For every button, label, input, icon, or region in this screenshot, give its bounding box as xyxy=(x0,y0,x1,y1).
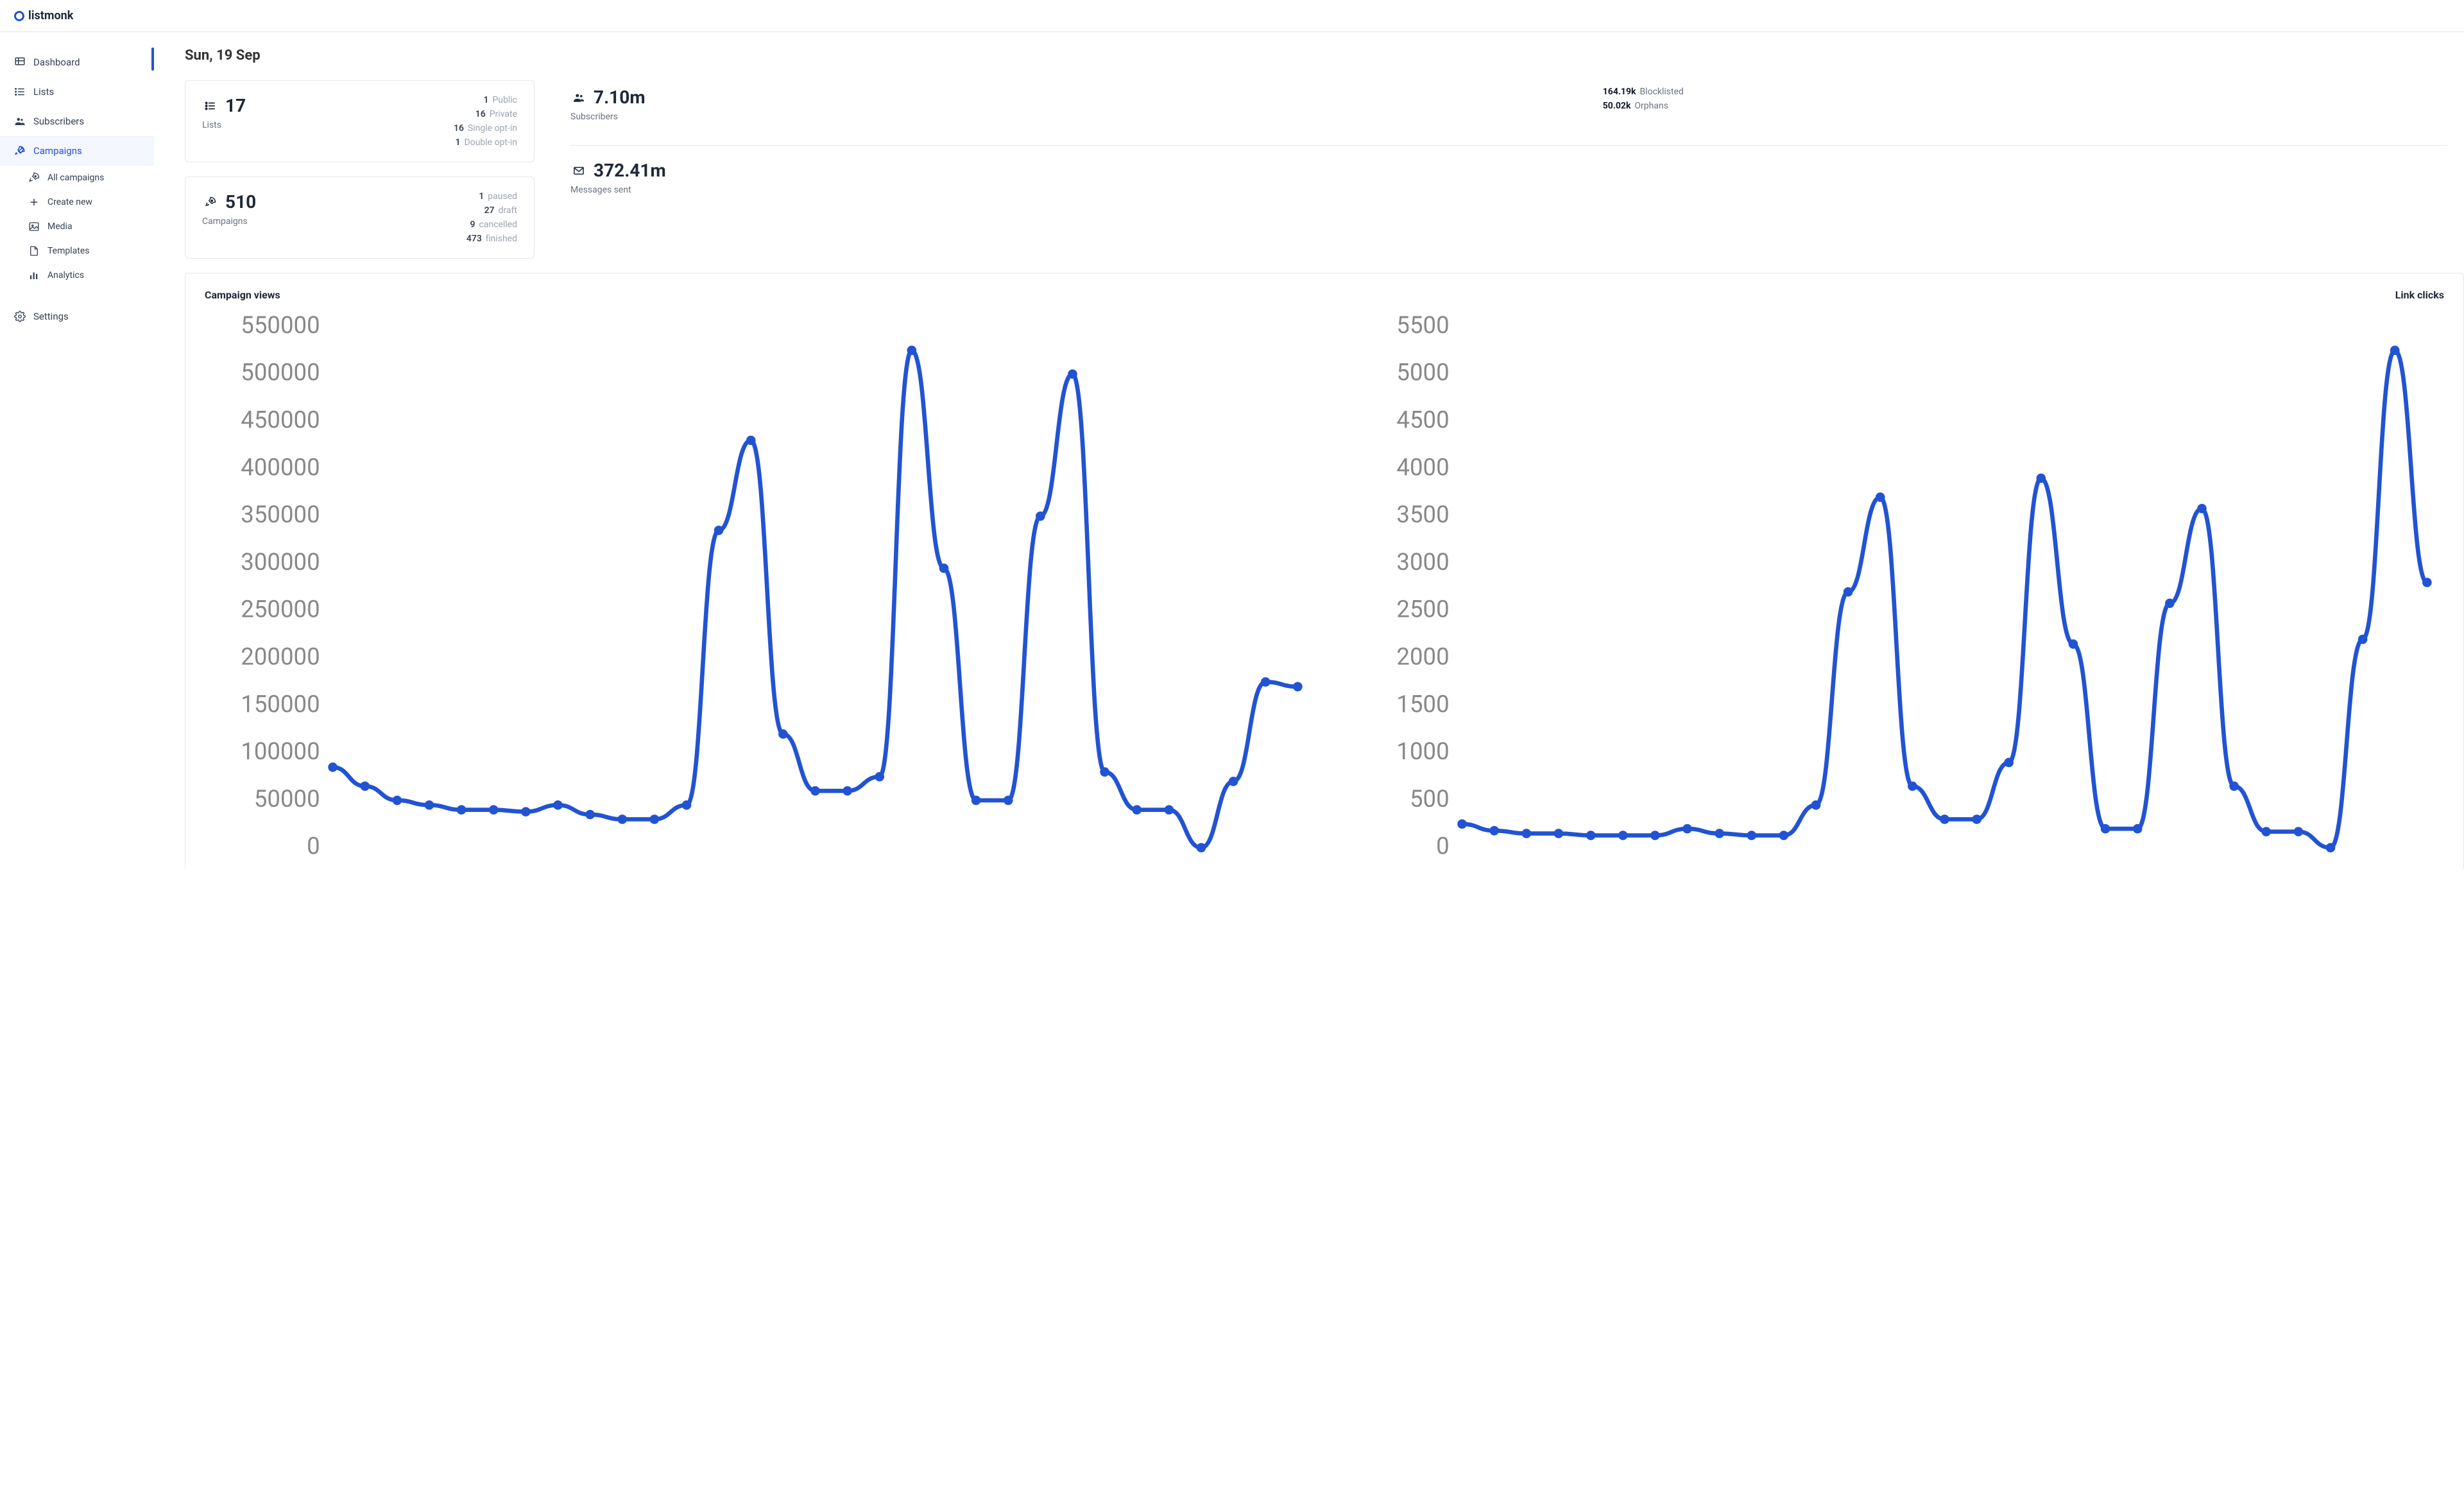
svg-text:1500: 1500 xyxy=(1396,690,1449,718)
campaigns-card: 510 Campaigns 1paused 27draft 9cancelled… xyxy=(185,177,535,259)
nav-all-campaigns[interactable]: All campaigns xyxy=(0,166,154,190)
page-title: Sun, 19 Sep xyxy=(185,47,2464,64)
campaign-views-chart: 0 50000 100000 150000 200000 250000 300000 3500… xyxy=(205,314,1315,869)
campaigns-breakdown: 1paused 27draft 9cancelled 473finished xyxy=(375,191,517,244)
campaigns-value: 510 xyxy=(225,191,256,212)
nav-media[interactable]: Media xyxy=(0,214,154,239)
svg-text:250000: 250000 xyxy=(241,596,320,623)
svg-text:2500: 2500 xyxy=(1396,596,1449,623)
dashboard-icon xyxy=(14,56,26,68)
sidebar: Dashboard Lists Subscribers Campaigns Al… xyxy=(0,32,154,869)
svg-text:550000: 550000 xyxy=(241,314,320,339)
svg-text:300000: 300000 xyxy=(241,548,320,576)
brand[interactable]: listmonk xyxy=(14,9,73,22)
svg-text:200000: 200000 xyxy=(241,643,320,671)
lists-card: 17 Lists 1Public 16Private 16Single opt-… xyxy=(185,80,535,162)
nav-label: Create new xyxy=(47,197,92,207)
logo-circle-icon xyxy=(14,11,24,21)
rocket-icon xyxy=(28,172,40,184)
svg-text:4000: 4000 xyxy=(1396,453,1449,481)
nav-create-new[interactable]: Create new xyxy=(0,190,154,214)
file-icon xyxy=(28,245,40,257)
svg-text:5500: 5500 xyxy=(1396,314,1449,339)
bar-chart-icon xyxy=(28,270,40,281)
subscribers-card: 7.10m Subscribers 164.19kBlocklisted 50.… xyxy=(554,80,2464,136)
list-icon xyxy=(14,86,26,98)
nav-label: Templates xyxy=(47,246,90,256)
svg-text:2000: 2000 xyxy=(1396,643,1449,671)
subscribers-label: Subscribers xyxy=(570,112,1603,122)
campaigns-label: Campaigns xyxy=(202,216,375,227)
plus-icon xyxy=(28,196,40,208)
rocket-icon xyxy=(202,194,219,211)
nav-analytics[interactable]: Analytics xyxy=(0,263,154,288)
svg-text:5000: 5000 xyxy=(1396,359,1449,386)
envelope-icon xyxy=(570,162,587,179)
svg-text:400000: 400000 xyxy=(241,453,320,481)
nav-lists[interactable]: Lists xyxy=(0,77,154,107)
lists-label: Lists xyxy=(202,120,375,130)
svg-text:0: 0 xyxy=(307,832,320,860)
brand-text: listmonk xyxy=(28,9,73,22)
active-indicator xyxy=(151,47,154,71)
list-icon xyxy=(202,98,219,114)
image-icon xyxy=(28,221,40,232)
svg-text:50000: 50000 xyxy=(254,785,320,813)
svg-text:350000: 350000 xyxy=(241,501,320,528)
subscribers-icon xyxy=(14,116,26,127)
charts-card: Campaign views Link clicks 0500001000001… xyxy=(185,273,2464,869)
nav-label: Settings xyxy=(33,311,69,322)
svg-text:3000: 3000 xyxy=(1396,548,1449,576)
messages-card: 372.41m Messages sent xyxy=(554,160,2464,209)
nav-dashboard[interactable]: Dashboard xyxy=(0,47,154,77)
link-clicks-chart: 0 500 1000 1500 2000 2500 3000 3500 4000 4500 5000… xyxy=(1334,314,2444,869)
messages-value: 372.41m xyxy=(594,160,666,181)
nav-label: All campaigns xyxy=(47,173,104,183)
subscribers-icon xyxy=(570,89,587,106)
svg-text:150000: 150000 xyxy=(241,690,320,718)
svg-text:500: 500 xyxy=(1410,785,1450,813)
svg-text:4500: 4500 xyxy=(1396,406,1449,434)
lists-breakdown: 1Public 16Private 16Single opt-in 1Doubl… xyxy=(375,95,517,148)
svg-text:3500: 3500 xyxy=(1396,501,1449,528)
chart-title-right: Link clicks xyxy=(2395,289,2444,301)
messages-label: Messages sent xyxy=(570,185,1603,195)
svg-text:500000: 500000 xyxy=(241,359,320,386)
nav-label: Campaigns xyxy=(33,145,82,157)
gear-icon xyxy=(14,311,26,322)
nav-settings[interactable]: Settings xyxy=(0,302,154,331)
svg-text:100000: 100000 xyxy=(241,737,320,765)
chart-title-left: Campaign views xyxy=(205,289,280,301)
svg-text:450000: 450000 xyxy=(241,406,320,434)
topbar: listmonk xyxy=(0,0,2464,32)
svg-text:0: 0 xyxy=(1436,832,1450,860)
rocket-icon xyxy=(14,145,26,157)
svg-text:1000: 1000 xyxy=(1396,737,1449,765)
nav-label: Media xyxy=(47,221,73,232)
campaigns-subnav: All campaigns Create new Media Templates… xyxy=(0,166,154,288)
subscribers-breakdown: 164.19kBlocklisted 50.02kOrphans xyxy=(1603,87,2447,122)
divider xyxy=(570,145,2447,146)
nav-label: Analytics xyxy=(47,270,84,280)
nav-label: Lists xyxy=(33,86,54,98)
nav-label: Subscribers xyxy=(33,116,84,127)
nav-label: Dashboard xyxy=(33,56,80,68)
subscribers-value: 7.10m xyxy=(594,87,646,108)
lists-value: 17 xyxy=(225,95,246,116)
nav-templates[interactable]: Templates xyxy=(0,239,154,263)
main-content: Sun, 19 Sep 17 Lists 1Public 16Private xyxy=(154,32,2464,869)
nav-subscribers[interactable]: Subscribers xyxy=(0,107,154,136)
nav-campaigns[interactable]: Campaigns xyxy=(0,136,154,166)
